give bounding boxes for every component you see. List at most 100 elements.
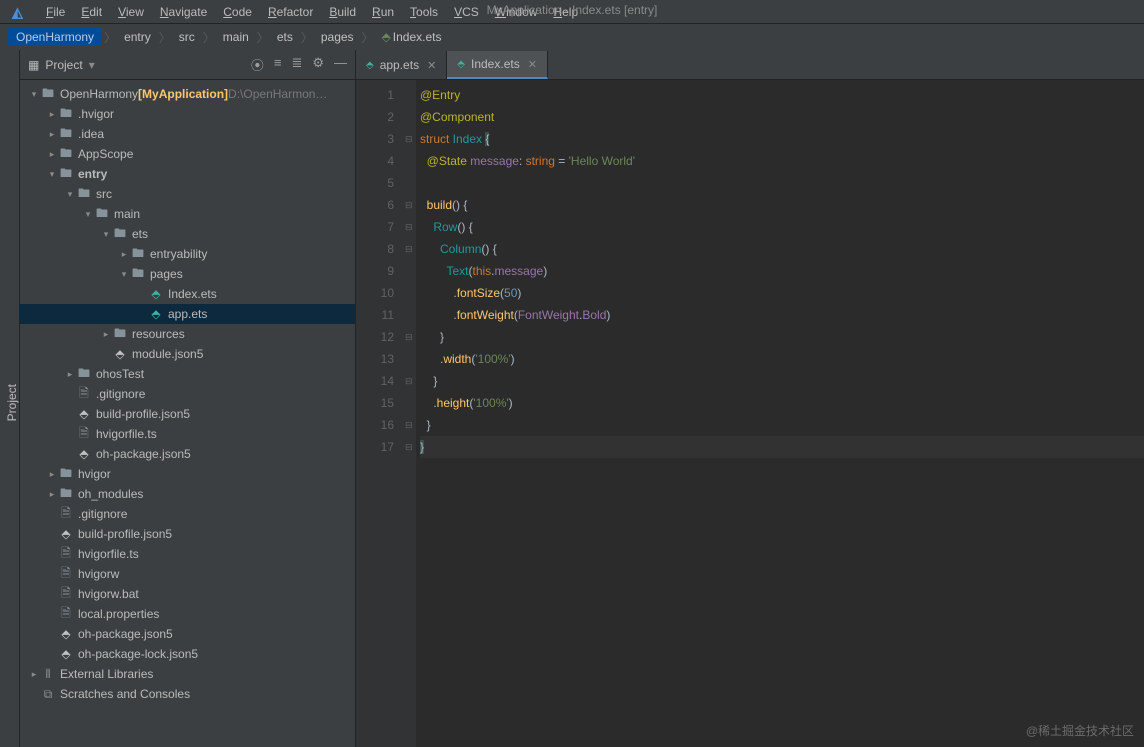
code-line[interactable]: Row() { <box>420 216 1144 238</box>
breadcrumb-item[interactable]: src <box>173 28 201 46</box>
fold-marker[interactable] <box>404 84 416 106</box>
code-line[interactable]: .fontSize(50) <box>420 282 1144 304</box>
menu-build[interactable]: Build <box>321 3 364 21</box>
tree-row[interactable]: ⬘oh-package.json5 <box>20 624 355 644</box>
tree-row[interactable]: ▸🖿AppScope <box>20 144 355 164</box>
tree-row[interactable]: 🗎hvigorw <box>20 564 355 584</box>
menu-edit[interactable]: Edit <box>73 3 110 21</box>
tree-arrow-icon[interactable]: ▸ <box>46 129 58 140</box>
menu-tools[interactable]: Tools <box>402 3 446 21</box>
fold-marker[interactable] <box>404 348 416 370</box>
tree-row[interactable]: ▸🖿.idea <box>20 124 355 144</box>
code-line[interactable]: .height('100%') <box>420 392 1144 414</box>
tree-row[interactable]: 🗎local.properties <box>20 604 355 624</box>
tree-arrow-icon[interactable]: ▸ <box>28 669 40 680</box>
menu-refactor[interactable]: Refactor <box>260 3 321 21</box>
target-icon[interactable]: ⦿ <box>251 55 264 74</box>
fold-marker[interactable]: ⊟ <box>404 326 416 348</box>
dropdown-icon[interactable]: ▾ <box>89 58 95 72</box>
fold-marker[interactable]: ⊟ <box>404 238 416 260</box>
tree-row[interactable]: 🗎.gitignore <box>20 384 355 404</box>
menu-view[interactable]: View <box>110 3 152 21</box>
tool-window-stripe[interactable]: Project <box>0 50 20 747</box>
tree-arrow-icon[interactable]: ▾ <box>82 209 94 220</box>
fold-marker[interactable]: ⊟ <box>404 370 416 392</box>
code-area[interactable]: @Entry@Componentstruct Index { @State me… <box>416 80 1144 747</box>
breadcrumb-item[interactable]: entry <box>118 28 157 46</box>
tree-row[interactable]: ▸⫴External Libraries <box>20 664 355 684</box>
breadcrumb-item[interactable]: OpenHarmony <box>8 28 102 46</box>
tree-arrow-icon[interactable]: ▾ <box>100 229 112 240</box>
editor[interactable]: 1234567891011121314151617 ⊟⊟⊟⊟⊟⊟⊟⊟ @Entr… <box>356 80 1144 747</box>
menu-file[interactable]: File <box>38 3 73 21</box>
code-line[interactable]: build() { <box>420 194 1144 216</box>
tree-arrow-icon[interactable]: ▸ <box>46 469 58 480</box>
tree-row[interactable]: ⬘build-profile.json5 <box>20 524 355 544</box>
tree-row[interactable]: 🗎hvigorw.bat <box>20 584 355 604</box>
tree-row[interactable]: ▾🖿pages <box>20 264 355 284</box>
breadcrumb-item[interactable]: pages <box>315 28 360 46</box>
breadcrumb-item[interactable]: ets <box>271 28 299 46</box>
tree-row[interactable]: ▸🖿hvigor <box>20 464 355 484</box>
gear-icon[interactable]: ⚙ <box>312 55 324 74</box>
tree-row[interactable]: ⬘oh-package-lock.json5 <box>20 644 355 664</box>
fold-marker[interactable] <box>404 172 416 194</box>
tree-arrow-icon[interactable]: ▾ <box>46 169 58 180</box>
tree-row[interactable]: 🗎.gitignore <box>20 504 355 524</box>
sort-icon[interactable]: ≡ <box>274 55 282 74</box>
tree-row[interactable]: ▸🖿resources <box>20 324 355 344</box>
tree-arrow-icon[interactable]: ▸ <box>64 369 76 380</box>
minimize-icon[interactable]: — <box>334 55 347 74</box>
code-line[interactable]: } <box>420 370 1144 392</box>
breadcrumb-item[interactable]: ⬘Index.ets <box>376 28 448 46</box>
tree-row[interactable]: ▾🖿ets <box>20 224 355 244</box>
editor-tab[interactable]: ⬘app.ets✕ <box>356 51 447 79</box>
tree-row[interactable]: ⧉Scratches and Consoles <box>20 684 355 704</box>
fold-marker[interactable]: ⊟ <box>404 414 416 436</box>
fold-gutter[interactable]: ⊟⊟⊟⊟⊟⊟⊟⊟ <box>404 80 416 747</box>
tree-arrow-icon[interactable]: ▸ <box>46 109 58 120</box>
tree-row[interactable]: ⬘app.ets <box>20 304 355 324</box>
tree-row[interactable]: ▾🖿OpenHarmony [MyApplication] D:\OpenHar… <box>20 84 355 104</box>
tree-arrow-icon[interactable]: ▸ <box>118 249 130 260</box>
fold-marker[interactable] <box>404 282 416 304</box>
tree-arrow-icon[interactable]: ▸ <box>100 329 112 340</box>
tree-arrow-icon[interactable]: ▾ <box>64 189 76 200</box>
fold-marker[interactable] <box>404 150 416 172</box>
code-line[interactable]: Text(this.message) <box>420 260 1144 282</box>
code-line[interactable] <box>420 172 1144 194</box>
fold-marker[interactable]: ⊟ <box>404 436 416 458</box>
tree-arrow-icon[interactable]: ▸ <box>46 489 58 500</box>
tree-arrow-icon[interactable]: ▾ <box>28 89 40 100</box>
code-line[interactable]: @Component <box>420 106 1144 128</box>
tree-row[interactable]: 🗎hvigorfile.ts <box>20 544 355 564</box>
code-line[interactable]: @State message: string = 'Hello World' <box>420 150 1144 172</box>
tree-row[interactable]: ⬘build-profile.json5 <box>20 404 355 424</box>
fold-marker[interactable]: ⊟ <box>404 194 416 216</box>
menu-run[interactable]: Run <box>364 3 402 21</box>
tree-row[interactable]: 🗎hvigorfile.ts <box>20 424 355 444</box>
tree-row[interactable]: ⬘Index.ets <box>20 284 355 304</box>
fold-marker[interactable] <box>404 106 416 128</box>
tree-row[interactable]: ⬘oh-package.json5 <box>20 444 355 464</box>
project-tool-button[interactable]: Project <box>5 384 19 421</box>
tree-row[interactable]: ▸🖿ohosTest <box>20 364 355 384</box>
tree-row[interactable]: ▾🖿src <box>20 184 355 204</box>
code-line[interactable]: .width('100%') <box>420 348 1144 370</box>
menu-code[interactable]: Code <box>215 3 260 21</box>
code-line[interactable]: struct Index { <box>420 128 1144 150</box>
code-line[interactable]: } <box>420 326 1144 348</box>
sort-alpha-icon[interactable]: ≣ <box>291 55 302 74</box>
fold-marker[interactable] <box>404 304 416 326</box>
tree-row[interactable]: ▸🖿oh_modules <box>20 484 355 504</box>
fold-marker[interactable]: ⊟ <box>404 128 416 150</box>
tree-row[interactable]: ⬘module.json5 <box>20 344 355 364</box>
code-line[interactable]: @Entry <box>420 84 1144 106</box>
tree-row[interactable]: ▸🖿.hvigor <box>20 104 355 124</box>
menu-vcs[interactable]: VCS <box>446 3 487 21</box>
tree-arrow-icon[interactable]: ▸ <box>46 149 58 160</box>
code-line[interactable]: Column() { <box>420 238 1144 260</box>
project-tree[interactable]: ▾🖿OpenHarmony [MyApplication] D:\OpenHar… <box>20 80 355 747</box>
close-icon[interactable]: ✕ <box>528 58 537 71</box>
fold-marker[interactable] <box>404 392 416 414</box>
